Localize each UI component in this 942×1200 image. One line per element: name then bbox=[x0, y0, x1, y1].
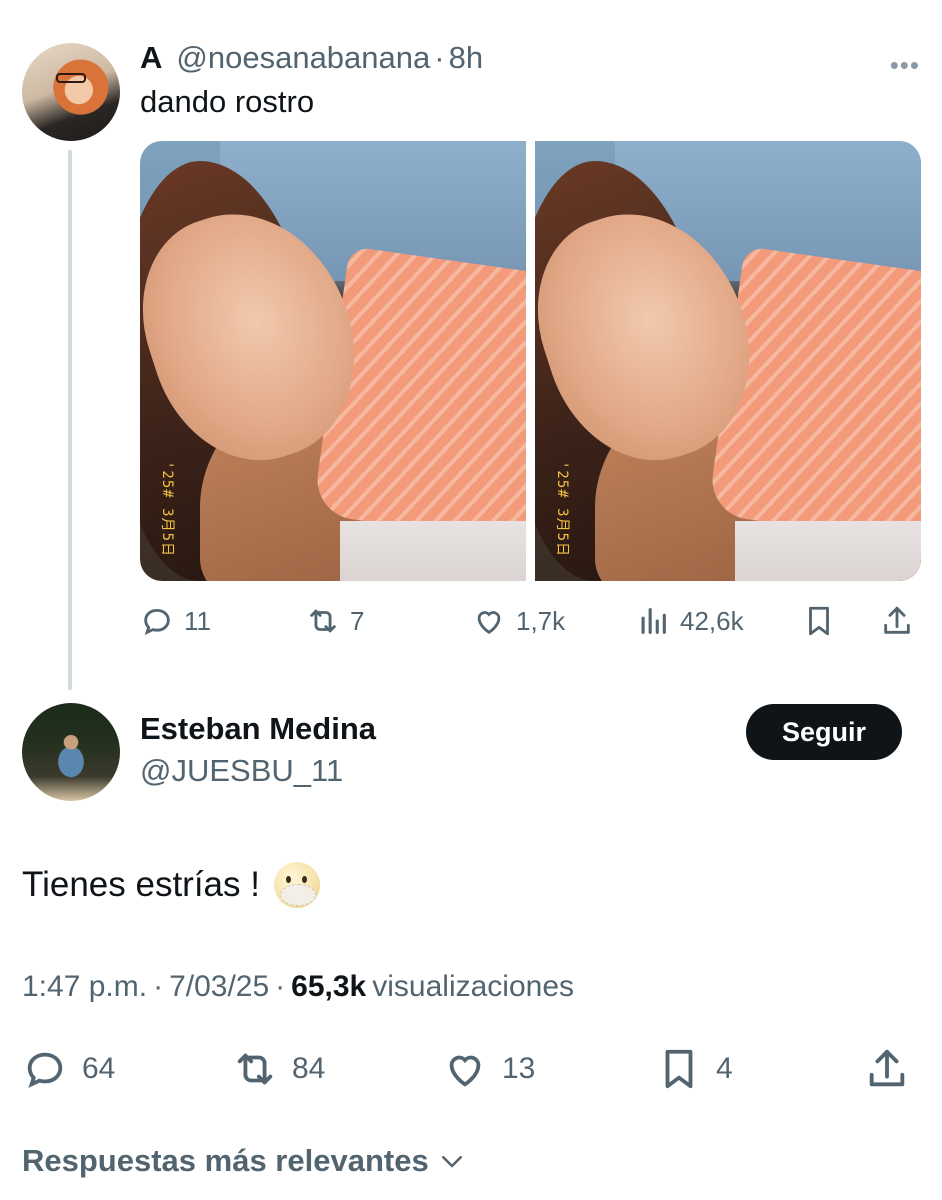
reply-views-label: visualizaciones bbox=[372, 970, 575, 1003]
reply-date[interactable]: 7/03/25 bbox=[169, 970, 269, 1004]
reply-action-bar: 64 84 13 4 bbox=[22, 1042, 922, 1096]
bookmark-button[interactable]: 4 bbox=[656, 1042, 733, 1096]
reply-count: 11 bbox=[184, 605, 211, 636]
reply-display-name[interactable]: Esteban Medina bbox=[140, 711, 376, 747]
replies-sort-label: Respuestas más relevantes bbox=[22, 1143, 429, 1178]
share-icon bbox=[869, 1049, 905, 1087]
repost-button[interactable]: 84 bbox=[232, 1042, 325, 1096]
photo-1[interactable]: '25# 3月5日 bbox=[140, 141, 526, 581]
reply-tweet-body: Tienes estrías ! bbox=[22, 862, 320, 908]
parent-display-name[interactable]: A bbox=[140, 40, 162, 76]
parent-tweet-text: dando rostro bbox=[140, 84, 315, 119]
repost-count: 7 bbox=[350, 605, 365, 636]
reply-handle[interactable]: @JUESBU_11 bbox=[140, 753, 343, 789]
face-with-mask-emoji-icon bbox=[273, 862, 320, 908]
reply-time[interactable]: 1:47 p.m. bbox=[22, 970, 147, 1004]
share-icon bbox=[884, 606, 910, 634]
share-button[interactable] bbox=[864, 1042, 910, 1096]
reply-icon bbox=[27, 1052, 63, 1088]
parent-media-grid[interactable]: '25# 3月5日 '25# 3月5日 bbox=[140, 141, 921, 581]
parent-tweet-header: A @noesanabanana · 8h bbox=[140, 40, 483, 76]
views-count: 42,6k bbox=[680, 605, 744, 636]
views-icon bbox=[641, 608, 666, 634]
reply-count: 64 bbox=[82, 1052, 116, 1085]
views-button[interactable]: 42,6k bbox=[636, 596, 744, 646]
heart-icon bbox=[449, 1055, 481, 1087]
replies-sort-dropdown[interactable]: Respuestas más relevantes bbox=[22, 1143, 467, 1179]
chevron-down-icon bbox=[441, 1156, 462, 1168]
parent-handle[interactable]: @noesanabanana bbox=[176, 40, 430, 76]
bookmark-icon bbox=[809, 606, 829, 636]
separator-dot: · bbox=[153, 970, 164, 1003]
like-count: 1,7k bbox=[516, 605, 566, 636]
parent-time[interactable]: 8h bbox=[449, 40, 483, 76]
follow-button[interactable]: Seguir bbox=[746, 704, 902, 760]
photo-date-stamp: '25# 3月5日 bbox=[554, 461, 570, 558]
reply-button[interactable]: 64 bbox=[22, 1042, 115, 1096]
share-button[interactable] bbox=[880, 596, 914, 646]
avatar-parent[interactable] bbox=[22, 43, 120, 141]
photo-date-stamp: '25# 3月5日 bbox=[159, 461, 175, 558]
thread-line bbox=[68, 150, 72, 690]
parent-action-bar: 11 7 1,7k 42,6k bbox=[140, 596, 921, 646]
reply-button[interactable]: 11 bbox=[140, 596, 211, 646]
reply-tweet-text: Tienes estrías ! bbox=[22, 865, 260, 904]
repost-icon bbox=[310, 609, 336, 633]
bookmark-button[interactable] bbox=[802, 596, 836, 646]
like-button[interactable]: 13 bbox=[442, 1042, 535, 1096]
repost-icon bbox=[237, 1053, 273, 1085]
separator-dot: · bbox=[434, 40, 445, 75]
like-button[interactable]: 1,7k bbox=[472, 596, 565, 646]
avatar-reply[interactable] bbox=[22, 703, 120, 801]
repost-button[interactable]: 7 bbox=[306, 596, 364, 646]
glasses-detail bbox=[56, 73, 86, 83]
bookmark-count: 4 bbox=[716, 1052, 733, 1085]
photo-2[interactable]: '25# 3月5日 bbox=[535, 141, 921, 581]
heart-icon bbox=[477, 611, 501, 635]
like-count: 13 bbox=[502, 1052, 536, 1085]
reply-meta: 1:47 p.m. · 7/03/25 · 65,3k visualizacio… bbox=[22, 970, 574, 1004]
reply-views-count: 65,3k bbox=[291, 970, 367, 1003]
reply-icon bbox=[144, 608, 170, 635]
more-icon[interactable]: ••• bbox=[890, 50, 920, 81]
separator-dot: · bbox=[275, 970, 286, 1003]
bookmark-icon bbox=[665, 1049, 693, 1089]
repost-count: 84 bbox=[292, 1052, 326, 1085]
